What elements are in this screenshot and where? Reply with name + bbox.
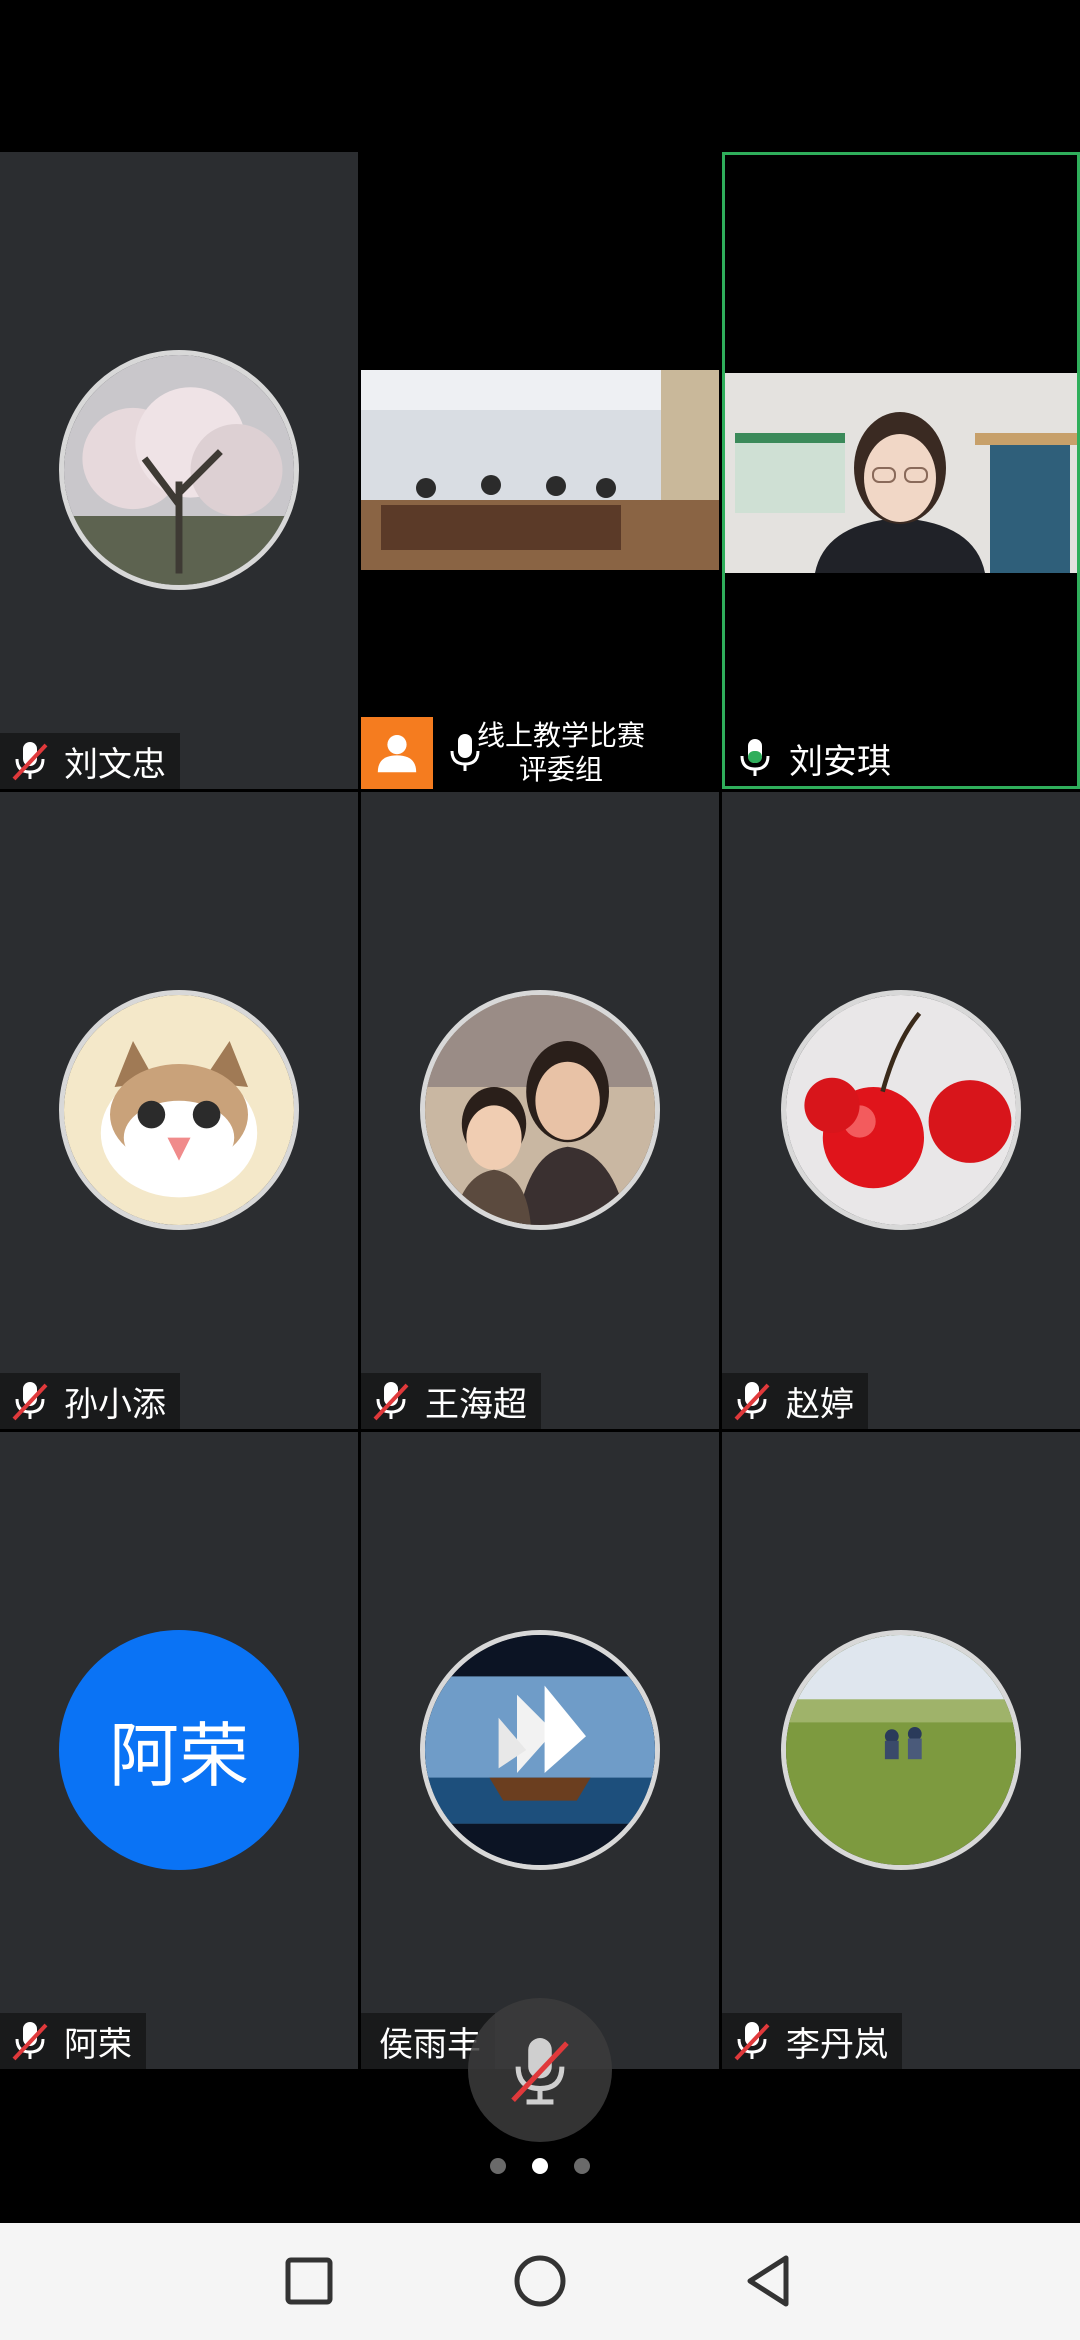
microphone-muted-icon — [732, 2019, 772, 2063]
person-icon — [377, 735, 417, 773]
microphone-muted-icon — [10, 1379, 50, 1423]
participant-tile-judges[interactable]: 线上教学比赛 评委组 — [361, 152, 719, 789]
microphone-muted-icon — [732, 1379, 772, 1423]
page-dot-current[interactable] — [532, 2158, 548, 2174]
participant-name: 阿荣 — [64, 2024, 132, 2065]
mute-toggle-button[interactable] — [468, 1998, 612, 2142]
page-dot[interactable] — [574, 2158, 590, 2174]
participant-tile-houyufeng[interactable]: 侯雨丰 — [361, 1432, 719, 2069]
participant-tile-wanghaichao[interactable]: 王海超 — [361, 792, 719, 1429]
avatar-grassland — [781, 1630, 1021, 1870]
page-indicator[interactable] — [0, 2158, 1080, 2174]
participant-tile-lidanlan[interactable]: 李丹岚 — [722, 1432, 1080, 2069]
name-label-bar: 赵婷 — [722, 1373, 868, 1429]
avatar-mother-child — [420, 990, 660, 1230]
microphone-muted-icon — [10, 2019, 50, 2063]
microphone-speaking-icon — [735, 736, 775, 780]
participant-name: 李丹岚 — [786, 2024, 888, 2065]
microphone-muted-icon — [371, 1379, 411, 1423]
name-label-bar: 李丹岚 — [722, 2013, 902, 2069]
back-triangle-icon[interactable] — [738, 2249, 802, 2313]
microphone-muted-icon — [10, 739, 50, 783]
participant-name: 侯雨丰 — [379, 2024, 481, 2065]
name-label-bar: 线上教学比赛 评委组 — [437, 717, 645, 789]
name-label-bar: 王海超 — [361, 1373, 541, 1429]
avatar-blossom-tree — [59, 350, 299, 590]
name-label-bar: 刘安琪 — [725, 730, 905, 786]
name-label-bar: 孙小添 — [0, 1373, 180, 1429]
participant-name: 王海超 — [425, 1384, 527, 1425]
name-label-bar: 阿荣 — [0, 2013, 146, 2069]
home-circle-icon[interactable] — [508, 2249, 572, 2313]
participant-name: 刘安琪 — [789, 741, 891, 782]
participant-tile-arong[interactable]: 阿荣 阿荣 — [0, 1432, 358, 2069]
letter-avatar: 阿荣 — [59, 1630, 299, 1870]
participant-tile-liuanqi[interactable]: 刘安琪 — [722, 152, 1080, 789]
avatar-sailing-ship — [420, 1630, 660, 1870]
system-navigation-bar — [0, 2223, 1080, 2340]
participant-name-line2: 评委组 — [519, 753, 604, 786]
participant-avatar-badge — [361, 717, 433, 789]
participant-name: 孙小添 — [64, 1384, 166, 1425]
video-feed-judges-room — [361, 370, 719, 570]
participant-tile-liuwenzhong[interactable]: 刘文忠 — [0, 152, 358, 789]
microphone-off-icon — [511, 2038, 569, 2105]
participant-name: 赵婷 — [786, 1384, 854, 1425]
participant-name-line1: 线上教学比赛 — [477, 719, 646, 752]
name-label-bar: 刘文忠 — [0, 733, 180, 789]
page-dot[interactable] — [490, 2158, 506, 2174]
video-feed-speaker — [725, 373, 1077, 573]
avatar-cartoon-cat — [59, 990, 299, 1230]
participant-tile-zhaoting[interactable]: 赵婷 — [722, 792, 1080, 1429]
participant-tile-sunxiaotian[interactable]: 孙小添 — [0, 792, 358, 1429]
recents-square-icon[interactable] — [277, 2249, 341, 2313]
participant-name: 刘文忠 — [64, 744, 166, 785]
avatar-cherries — [781, 990, 1021, 1230]
